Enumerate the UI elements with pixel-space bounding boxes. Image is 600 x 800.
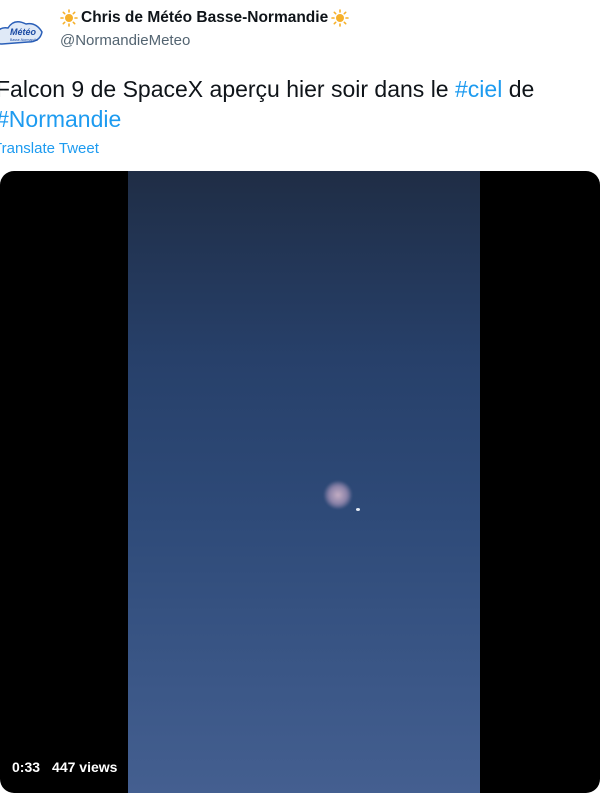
sun-icon bbox=[331, 9, 350, 27]
avatar-subtext: Basse-Normandie bbox=[10, 38, 38, 42]
video-player[interactable]: 0:33 447 views bbox=[0, 171, 600, 793]
tweet-header: Météo Basse-Normandie Chris de Météo Bas… bbox=[0, 0, 600, 60]
translate-tweet-link[interactable]: Translate Tweet bbox=[0, 140, 99, 158]
rocket-dot bbox=[356, 508, 360, 511]
tweet-text-part1: Falcon 9 de SpaceX aperçu hier soir dans… bbox=[0, 76, 455, 102]
rocket-glow bbox=[324, 481, 352, 509]
tweet: Météo Basse-Normandie Chris de Météo Bas… bbox=[0, 0, 600, 800]
display-name-row[interactable]: Chris de Météo Basse-Normandie bbox=[60, 8, 350, 28]
user-handle[interactable]: @NormandieMeteo bbox=[60, 31, 349, 51]
hashtag-normandie[interactable]: #Normandie bbox=[0, 106, 121, 132]
video-frame[interactable] bbox=[128, 171, 480, 793]
tweet-text: Falcon 9 de SpaceX aperçu hier soir dans… bbox=[0, 74, 596, 134]
display-name[interactable]: Chris de Météo Basse-Normandie bbox=[81, 8, 328, 28]
hashtag-ciel[interactable]: #ciel bbox=[455, 76, 502, 102]
tweet-text-part2: de bbox=[502, 76, 535, 102]
avatar[interactable]: Météo Basse-Normandie bbox=[0, 8, 48, 52]
avatar-text: Météo bbox=[10, 27, 37, 37]
user-info: Chris de Météo Basse-Normandie @Normandi… bbox=[60, 8, 350, 51]
video-views: 447 views bbox=[52, 759, 118, 775]
video-stats: 0:33 447 views bbox=[12, 759, 117, 775]
video-duration: 0:33 bbox=[12, 759, 41, 775]
sun-icon bbox=[60, 9, 78, 27]
